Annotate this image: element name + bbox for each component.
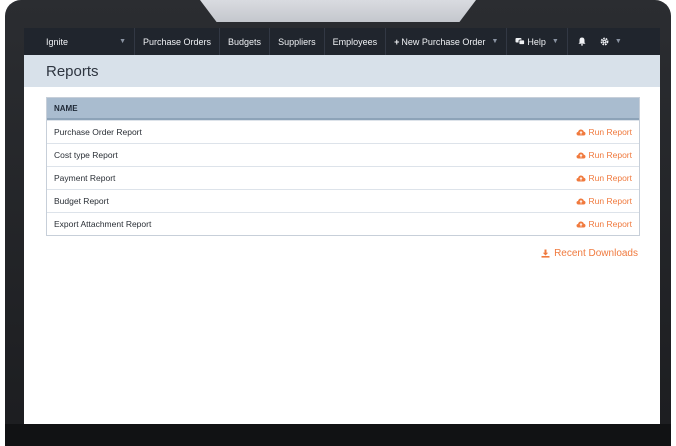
app-screen: Ignite ▼ Purchase Orders Budgets Supplie…	[24, 28, 660, 424]
recent-downloads-label: Recent Downloads	[554, 248, 638, 259]
reports-table: NAME Purchase Order Report Run Report Co…	[46, 97, 640, 236]
nav-budgets-label: Budgets	[228, 36, 262, 47]
gear-icon	[600, 37, 609, 46]
new-purchase-order-menu[interactable]: + New Purchase Order ▼	[386, 28, 508, 55]
nav-budgets[interactable]: Budgets	[220, 28, 271, 55]
help-icon	[515, 38, 526, 45]
brand-label: Ignite	[46, 36, 69, 47]
brand-menu[interactable]: Ignite ▼	[24, 28, 135, 55]
chevron-down-icon: ▼	[491, 38, 499, 45]
recent-downloads-link[interactable]: Recent Downloads	[541, 248, 638, 259]
help-label: Help	[527, 36, 546, 47]
chevron-down-icon: ▼	[119, 38, 126, 45]
cloud-upload-icon	[576, 129, 586, 135]
column-header-name: NAME	[54, 103, 78, 113]
run-report-button[interactable]: Run Report	[576, 127, 632, 137]
laptop-bottom-bezel	[5, 424, 671, 446]
reports-content: NAME Purchase Order Report Run Report Co…	[24, 87, 660, 276]
cloud-upload-icon	[576, 175, 586, 181]
run-report-label: Run Report	[588, 150, 632, 160]
recent-downloads-area: Recent Downloads	[46, 236, 638, 276]
report-name: Purchase Order Report	[54, 127, 142, 137]
cloud-upload-icon	[576, 152, 586, 158]
report-name: Budget Report	[54, 196, 109, 206]
run-report-label: Run Report	[588, 173, 632, 183]
nav-employees[interactable]: Employees	[325, 28, 387, 55]
nav-suppliers-label: Suppliers	[278, 36, 316, 47]
plus-icon: +	[394, 36, 400, 47]
chevron-down-icon: ▼	[614, 38, 622, 45]
nav-employees-label: Employees	[332, 36, 378, 47]
bell-icon	[578, 37, 586, 46]
run-report-button[interactable]: Run Report	[576, 150, 632, 160]
nav-purchase-orders-label: Purchase Orders	[143, 36, 212, 47]
table-row: Purchase Order Report Run Report	[47, 120, 639, 143]
chevron-down-icon: ▼	[551, 38, 559, 45]
help-menu[interactable]: Help ▼	[507, 28, 568, 55]
new-purchase-order-label: New Purchase Order	[401, 36, 486, 47]
table-header: NAME	[47, 98, 639, 120]
run-report-label: Run Report	[588, 127, 632, 137]
cloud-upload-icon	[576, 221, 586, 227]
table-row: Budget Report Run Report	[47, 189, 639, 212]
table-row: Payment Report Run Report	[47, 166, 639, 189]
laptop-hinge	[200, 0, 476, 22]
run-report-label: Run Report	[588, 219, 632, 229]
table-row: Cost type Report Run Report	[47, 143, 639, 166]
cloud-upload-icon	[576, 198, 586, 204]
nav-purchase-orders[interactable]: Purchase Orders	[135, 28, 221, 55]
table-row: Export Attachment Report Run Report	[47, 212, 639, 235]
run-report-button[interactable]: Run Report	[576, 219, 632, 229]
page-header: Reports	[24, 55, 660, 87]
settings-menu[interactable]: ▼	[596, 28, 632, 55]
run-report-button[interactable]: Run Report	[576, 196, 632, 206]
download-icon	[541, 249, 550, 258]
nav-suppliers[interactable]: Suppliers	[270, 28, 325, 55]
run-report-label: Run Report	[588, 196, 632, 206]
notifications-button[interactable]	[568, 28, 596, 55]
top-navbar: Ignite ▼ Purchase Orders Budgets Supplie…	[24, 28, 660, 55]
report-name: Cost type Report	[54, 150, 118, 160]
page-title: Reports	[46, 62, 99, 80]
report-name: Export Attachment Report	[54, 219, 152, 229]
report-name: Payment Report	[54, 173, 116, 183]
run-report-button[interactable]: Run Report	[576, 173, 632, 183]
